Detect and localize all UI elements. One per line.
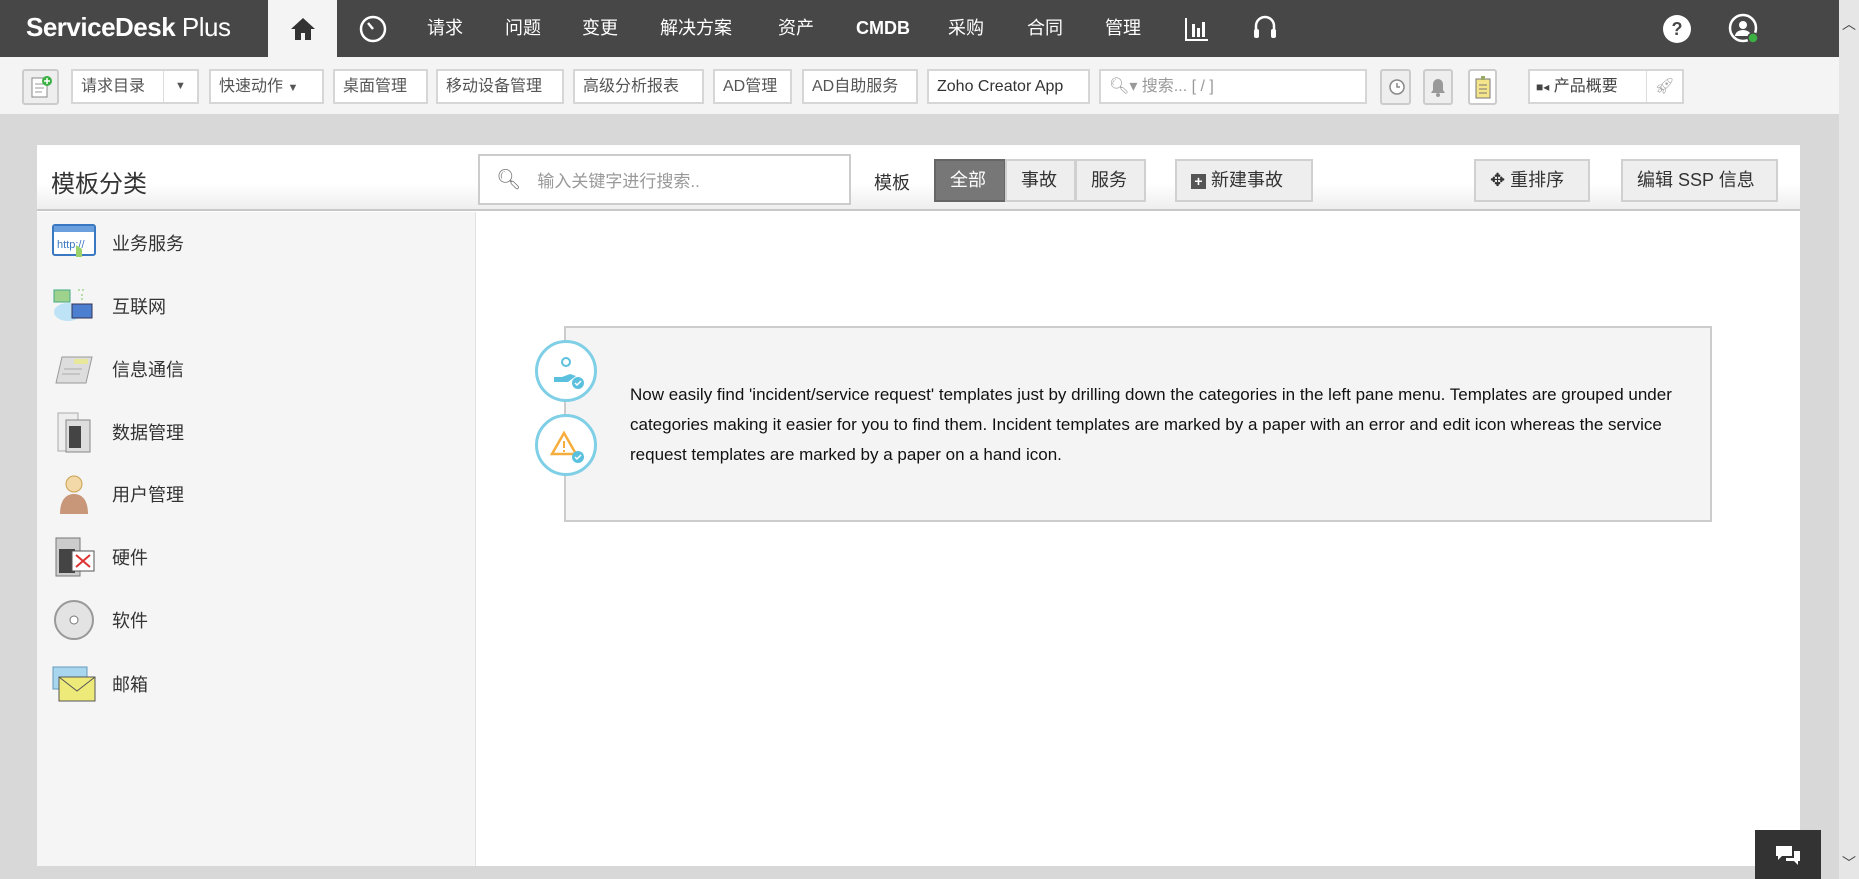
category-label: 软件 — [112, 611, 148, 631]
move-arrows-icon: ✥ — [1490, 170, 1506, 190]
category-mailbox[interactable]: 邮箱 — [52, 659, 148, 709]
new-request-icon[interactable] — [22, 69, 59, 105]
nav-changes[interactable]: 变更 — [582, 0, 618, 57]
search-placeholder: 搜索... [ / ] — [1141, 78, 1214, 95]
analytics-link[interactable]: 高级分析报表 — [573, 69, 704, 104]
edit-ssp-button[interactable]: 编辑 SSP 信息 — [1621, 159, 1778, 202]
page-title: 模板分类 — [51, 171, 147, 198]
hardware-icon — [52, 535, 96, 579]
svg-text:?: ? — [1672, 19, 1683, 39]
filter-all-tab[interactable]: 全部 — [934, 159, 1006, 202]
nav-requests[interactable]: 请求 — [427, 0, 463, 57]
category-hardware[interactable]: 硬件 — [52, 532, 148, 582]
ad-self-service-link[interactable]: AD自助服务 — [802, 69, 918, 104]
nav-purchase[interactable]: 采购 — [948, 0, 984, 57]
user-avatar-icon[interactable] — [1728, 13, 1758, 44]
reorder-label: 重排序 — [1510, 170, 1565, 190]
search-icon: 🔍︎▾ — [1109, 78, 1138, 95]
product-overview-label: 产品概要 — [1553, 78, 1618, 95]
nav-problems[interactable]: 问题 — [505, 0, 541, 57]
scrollbar[interactable]: ︿ ﹀ — [1839, 0, 1859, 879]
category-data-management[interactable]: 数据管理 — [52, 407, 184, 457]
reports-icon[interactable] — [1182, 14, 1212, 44]
filter-service-tab[interactable]: 服务 — [1075, 159, 1146, 202]
nav-assets[interactable]: 资产 — [778, 0, 814, 57]
quick-actions-dropdown[interactable]: 快速动作 ▼ — [209, 69, 324, 104]
category-software[interactable]: 软件 — [52, 595, 148, 645]
reorder-button[interactable]: ✥ 重排序 — [1474, 159, 1590, 202]
request-catalog-dropdown[interactable]: 请求目录 ▼ — [71, 69, 199, 104]
nav-admin[interactable]: 管理 — [1105, 0, 1141, 57]
video-icon: ■◂ — [1536, 80, 1550, 94]
plus-square-icon: + — [1191, 174, 1206, 189]
scroll-down-icon[interactable]: ﹀ — [1839, 853, 1859, 873]
reminders-icon[interactable] — [1380, 69, 1411, 105]
cd-disc-icon — [52, 598, 96, 642]
dashboard-icon[interactable] — [358, 14, 388, 44]
browser-http-icon: http:// — [52, 221, 96, 265]
product-overview-button[interactable]: ■◂ 产品概要 🚀︎ — [1528, 69, 1684, 104]
category-telecom[interactable]: 信息通信 — [52, 344, 184, 394]
mdm-link[interactable]: 移动设备管理 — [436, 69, 564, 104]
headset-icon[interactable] — [1250, 14, 1280, 44]
new-incident-label: 新建事故 — [1211, 170, 1284, 190]
rocket-icon[interactable]: 🚀︎ — [1646, 71, 1682, 102]
notifications-bell-icon[interactable] — [1423, 69, 1453, 105]
category-user-management[interactable]: 用户管理 — [52, 469, 184, 519]
category-label: 邮箱 — [112, 675, 148, 695]
nav-solutions[interactable]: 解决方案 — [660, 0, 732, 57]
info-text: Now easily find 'incident/service reques… — [630, 385, 1672, 464]
global-search-input[interactable]: 🔍︎▾ 搜索... [ / ] — [1099, 69, 1367, 104]
nav-contracts[interactable]: 合同 — [1027, 0, 1063, 57]
quick-actions-label: 快速动作 — [219, 78, 284, 95]
category-internet[interactable]: 互联网 — [52, 281, 166, 331]
logo[interactable]: ServiceDesk Plus — [26, 12, 231, 43]
home-tab[interactable] — [268, 0, 337, 57]
category-label: 互联网 — [112, 297, 166, 317]
new-incident-button[interactable]: + 新建事故 — [1175, 159, 1313, 202]
help-icon[interactable]: ? — [1662, 14, 1692, 44]
category-label: 硬件 — [112, 548, 148, 568]
category-business-services[interactable]: http:// 业务服务 — [52, 218, 184, 268]
ad-management-link[interactable]: AD管理 — [713, 69, 792, 104]
template-filter-label: 模板 — [874, 173, 910, 193]
chevron-down-icon[interactable]: ▼ — [163, 71, 197, 102]
chevron-down-icon: ▼ — [287, 82, 299, 94]
category-label: 数据管理 — [112, 423, 184, 443]
server-icon — [52, 410, 96, 454]
zoho-creator-link[interactable]: Zoho Creator App — [927, 69, 1090, 104]
service-request-hand-icon — [535, 340, 597, 402]
telephone-icon — [52, 347, 96, 391]
nav-cmdb[interactable]: CMDB — [856, 0, 910, 57]
desktop-management-link[interactable]: 桌面管理 — [333, 69, 428, 104]
category-label: 信息通信 — [112, 360, 184, 380]
envelope-icon — [52, 662, 96, 706]
home-icon — [290, 17, 315, 40]
search-icon: 🔍︎ — [496, 169, 522, 191]
filter-incident-tab[interactable]: 事故 — [1005, 159, 1076, 202]
user-icon — [52, 472, 96, 516]
chat-icon — [1776, 845, 1800, 865]
clipboard-icon[interactable] — [1468, 69, 1497, 105]
template-search-input[interactable]: 🔍︎ 输入关键字进行搜索.. — [478, 154, 851, 205]
scroll-up-icon[interactable]: ︿ — [1839, 14, 1859, 34]
request-catalog-label: 请求目录 — [81, 78, 146, 95]
network-icon — [52, 284, 96, 328]
category-label: 用户管理 — [112, 485, 184, 505]
search-placeholder: 输入关键字进行搜索.. — [537, 172, 700, 191]
category-label: 业务服务 — [112, 234, 184, 254]
chat-button[interactable] — [1755, 830, 1821, 879]
incident-warning-icon — [535, 414, 597, 476]
